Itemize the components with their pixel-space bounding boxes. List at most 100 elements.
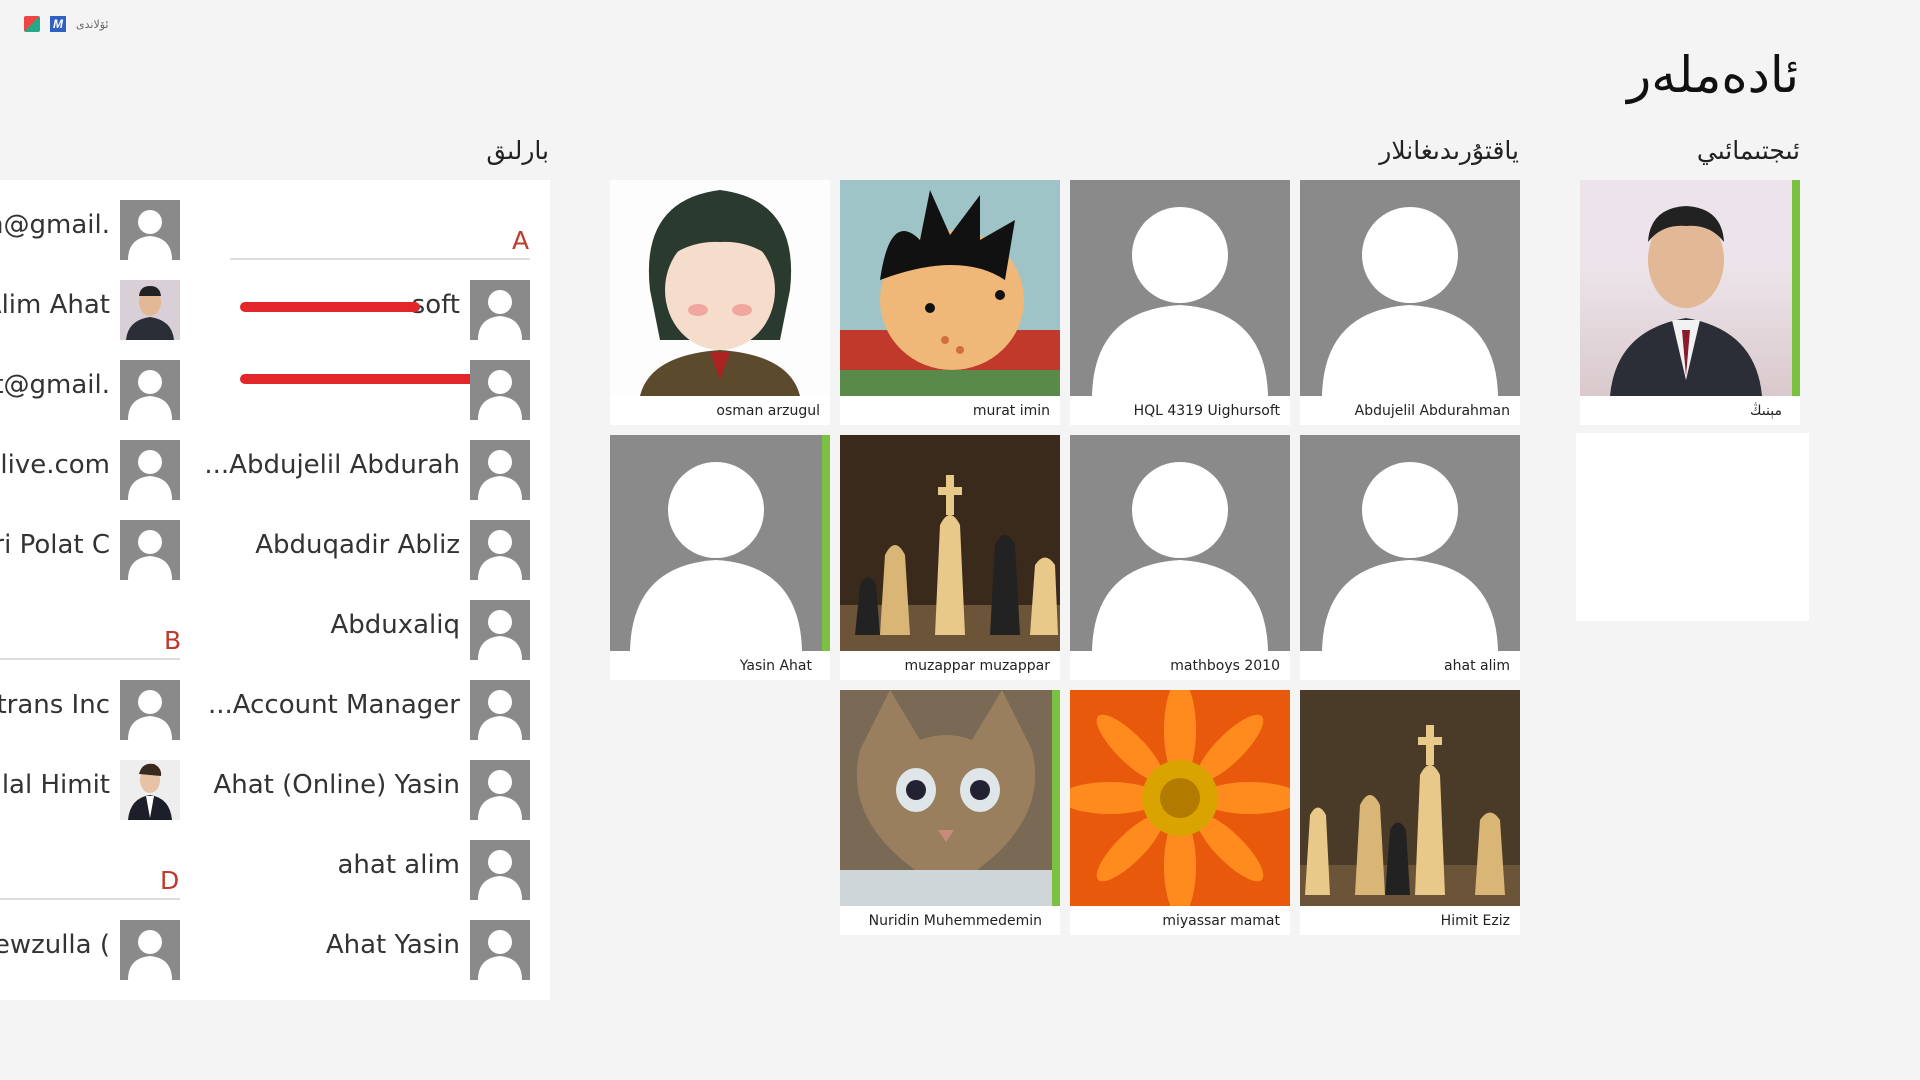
contact-name: Alim Ahat	[0, 290, 110, 320]
person-placeholder-icon	[128, 450, 172, 500]
person-placeholder-icon	[478, 770, 522, 820]
contact-row[interactable]: Alim Ahat	[0, 280, 180, 340]
divider	[0, 898, 180, 900]
contact-avatar	[120, 440, 180, 500]
flower-photo	[1070, 690, 1290, 906]
divider	[230, 258, 530, 260]
chess-photo	[1300, 690, 1520, 906]
contact-row[interactable]: at@gmail.	[0, 360, 180, 420]
me-name: مېنىڭ	[1750, 403, 1782, 419]
contact-name: ahat alim	[337, 850, 460, 880]
contact-row[interactable]: uri Polat C	[0, 520, 180, 580]
contact-name: Ahat (Online) Yasin	[213, 770, 460, 800]
favorite-tile[interactable]: murat imin	[840, 180, 1060, 425]
person-placeholder-icon	[630, 462, 802, 651]
person-placeholder-icon	[478, 530, 522, 580]
kitten-photo	[840, 690, 1052, 906]
all-contacts-panel[interactable]: A soft ...Abdujelil Abdurah Abduqadir Ab…	[0, 180, 550, 1000]
section-title-social[interactable]: ئىجتىمائىي	[1697, 136, 1800, 165]
contact-row[interactable]: dtrans Inc	[0, 680, 180, 740]
contact-avatar	[120, 200, 180, 260]
contact-name: Ahat Yasin	[325, 930, 460, 960]
favorite-name: muzappar muzappar	[904, 658, 1050, 674]
favorite-name: Nuridin Muhemmedemin	[868, 913, 1042, 929]
contact-row[interactable]: Abduxaliq	[230, 600, 530, 660]
favorite-tile[interactable]: ahat alim	[1300, 435, 1520, 680]
favorite-tile[interactable]: Abdujelil Abdurahman	[1300, 180, 1520, 425]
placeholder-photo	[1070, 180, 1290, 396]
cartoon-boy-photo	[840, 180, 1060, 396]
favorite-tile[interactable]: HQL 4319 Uighursoft	[1070, 180, 1290, 425]
person-placeholder-icon	[128, 210, 172, 260]
chess-pieces-icon	[840, 475, 1060, 651]
contact-name: Bilal Himit	[0, 770, 110, 800]
contact-avatar	[470, 520, 530, 580]
contact-name: sh@gmail.	[0, 210, 110, 240]
divider	[0, 658, 180, 660]
contact-avatar	[470, 920, 530, 980]
contact-photo-avatar	[120, 760, 180, 820]
app-icon[interactable]	[24, 16, 40, 32]
social-empty-tile[interactable]	[1576, 433, 1809, 621]
contact-avatar	[470, 440, 530, 500]
person-placeholder-icon	[478, 450, 522, 500]
contact-name: uri Polat C	[0, 530, 110, 560]
contact-row[interactable]: ...Abdujelil Abdurah	[204, 440, 530, 500]
contact-row[interactable]: sh@gmail.	[0, 200, 180, 260]
favorite-tile[interactable]: miyassar mamat	[1070, 690, 1290, 935]
placeholder-photo	[1300, 435, 1520, 651]
app-bar: M ئۆلاندى	[24, 14, 108, 34]
favorite-tile[interactable]: mathboys 2010	[1070, 435, 1290, 680]
contact-avatar	[470, 840, 530, 900]
favorite-tile[interactable]: muzappar muzappar	[840, 435, 1060, 680]
letter-header-a[interactable]: A	[512, 226, 529, 255]
favorite-name: murat imin	[972, 403, 1050, 419]
contact-row[interactable]: ...Account Manager	[208, 680, 530, 740]
favorite-tile[interactable]: Nuridin Muhemmedemin	[840, 690, 1060, 935]
person-placeholder-icon	[478, 930, 522, 980]
m-app-icon[interactable]: M	[50, 16, 66, 32]
contact-row[interactable]: ahat alim	[230, 840, 530, 900]
contact-avatar	[120, 680, 180, 740]
favorite-tile[interactable]: Himit Eziz	[1300, 690, 1520, 935]
me-tile[interactable]: مېنىڭ	[1580, 180, 1800, 425]
contact-row[interactable]: Ahat Yasin	[230, 920, 530, 980]
favorite-tile[interactable]: Yasin Ahat	[610, 435, 830, 680]
man-portrait-icon	[1610, 206, 1762, 396]
young-man-portrait-icon	[128, 763, 172, 820]
contact-avatar	[470, 680, 530, 740]
letter-header-d[interactable]: D	[160, 866, 179, 895]
contact-name: dtrans Inc	[0, 690, 110, 720]
favorite-name: mathboys 2010	[1170, 658, 1280, 674]
contact-avatar	[470, 600, 530, 660]
person-placeholder-icon	[478, 290, 522, 340]
contact-name: ...Abdujelil Abdurah	[204, 450, 460, 480]
page-title: ئادەملەر	[1627, 46, 1799, 104]
section-title-all[interactable]: بارلىق	[486, 136, 549, 165]
placeholder-photo	[1070, 435, 1290, 651]
contact-row[interactable]: Ahat (Online) Yasin	[213, 760, 530, 820]
person-placeholder-icon	[1092, 462, 1268, 651]
contact-row[interactable]: @live.com	[0, 440, 180, 500]
person-placeholder-icon	[1322, 207, 1498, 396]
kitten-icon	[840, 690, 1052, 906]
contact-row[interactable]: Hewzulla (	[0, 920, 180, 980]
contact-row[interactable]: Abduqadir Abliz	[230, 520, 530, 580]
chess-pieces-icon	[1300, 725, 1520, 906]
person-placeholder-icon	[478, 690, 522, 740]
anime-girl-photo	[610, 180, 830, 396]
contact-row[interactable]: Bilal Himit	[0, 760, 180, 820]
contact-photo-avatar	[120, 280, 180, 340]
contact-row[interactable]	[230, 360, 530, 420]
letter-header-b[interactable]: B	[164, 626, 181, 655]
favorite-name: osman arzugul	[716, 403, 820, 419]
person-placeholder-icon	[128, 690, 172, 740]
person-placeholder-icon	[478, 610, 522, 660]
section-title-favorites[interactable]: ياقتۇرىدىغانلار	[1379, 136, 1519, 165]
person-placeholder-icon	[128, 530, 172, 580]
favorite-tile[interactable]: osman arzugul	[610, 180, 830, 425]
person-placeholder-icon	[478, 370, 522, 420]
contact-row[interactable]: soft	[230, 280, 530, 340]
orange-flower-icon	[1070, 690, 1290, 906]
person-placeholder-icon	[128, 930, 172, 980]
